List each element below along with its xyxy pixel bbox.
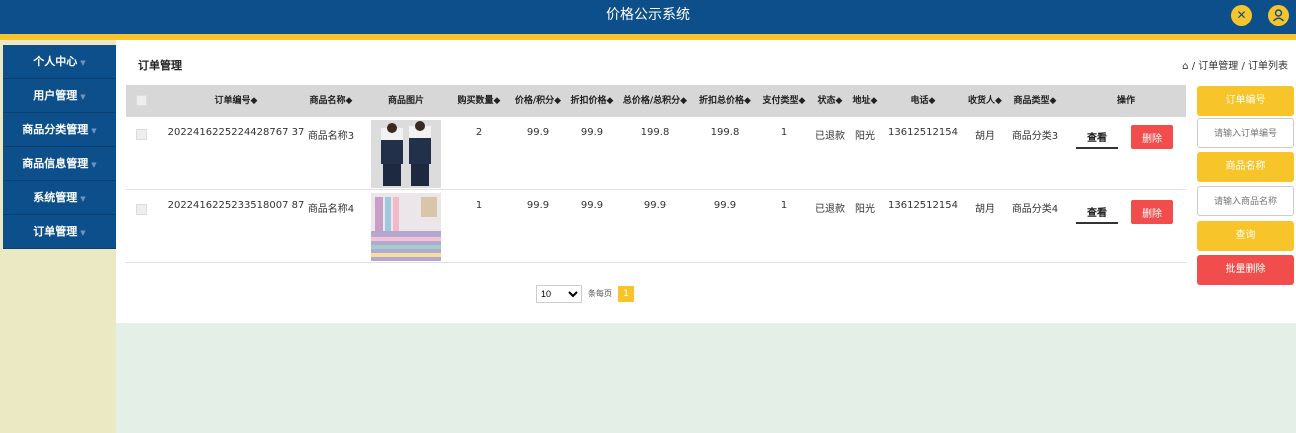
- col-receiver[interactable]: 收货人◆: [965, 85, 1005, 117]
- view-button[interactable]: 查看: [1076, 200, 1118, 224]
- pay-type: 1: [780, 127, 788, 138]
- sidebar: 个人中心 ▼ 用户管理 ▼ 商品分类管理 ▼ 商品信息管理 ▼ 系统管理 ▼ 订单管理 ▼: [0, 40, 116, 433]
- col-actions: 操作: [1116, 96, 1135, 106]
- sidebar-item-system[interactable]: 系统管理 ▼: [3, 181, 116, 215]
- chevron-icon: ▼: [80, 195, 86, 203]
- breadcrumb-path[interactable]: 订单管理 / 订单列表: [1198, 61, 1288, 72]
- table-row: 2022416225224428767 37 商品名称3 2 99.9 99.9…: [126, 117, 1186, 190]
- sidebar-item-label: 商品分类管理: [22, 123, 89, 136]
- sidebar-item-users[interactable]: 用户管理 ▼: [3, 79, 116, 113]
- chevron-icon: ▼: [80, 59, 86, 67]
- phone: 13612512154: [888, 200, 958, 211]
- address: 阳光: [855, 131, 875, 142]
- row-checkbox[interactable]: [136, 204, 147, 215]
- col-pay-type[interactable]: 支付类型◆: [757, 85, 811, 117]
- page-title: 订单管理: [138, 59, 182, 72]
- batch-delete-button[interactable]: 批量删除: [1197, 255, 1294, 285]
- phone: 13612512154: [888, 127, 958, 138]
- sidebar-item-personal-center[interactable]: 个人中心 ▼: [3, 45, 116, 79]
- total: 199.8: [640, 127, 670, 138]
- col-address[interactable]: 地址◆: [849, 85, 881, 117]
- col-status[interactable]: 状态◆: [811, 85, 849, 117]
- page-size-select[interactable]: 10: [536, 285, 582, 303]
- product-image: [371, 193, 441, 261]
- col-quantity[interactable]: 购买数量◆: [449, 85, 509, 117]
- price: 99.9: [526, 127, 550, 138]
- col-category[interactable]: 商品类型◆: [1005, 85, 1065, 117]
- col-discount-total[interactable]: 折扣总价格◆: [693, 85, 757, 117]
- view-button[interactable]: 查看: [1076, 125, 1118, 149]
- row-checkbox[interactable]: [136, 129, 147, 140]
- order-no: 2022416225224428767 37: [167, 127, 305, 138]
- sidebar-item-categories[interactable]: 商品分类管理 ▼: [3, 113, 116, 147]
- chevron-icon: ▼: [91, 127, 97, 135]
- quantity: 2: [475, 127, 483, 138]
- product-name-input[interactable]: [1197, 186, 1294, 216]
- discount-price: 99.9: [580, 127, 604, 138]
- delete-button[interactable]: 删除: [1131, 200, 1173, 224]
- top-bar: 价格公示系统 ✕: [0, 0, 1296, 34]
- address: 阳光: [855, 204, 875, 215]
- pay-type: 1: [780, 200, 788, 211]
- product-name: 商品名称3: [307, 131, 355, 142]
- sidebar-item-products[interactable]: 商品信息管理 ▼: [3, 147, 116, 181]
- sidebar-item-label: 系统管理: [33, 191, 78, 204]
- discount-total: 199.8: [710, 127, 740, 138]
- order-no-input[interactable]: [1197, 118, 1294, 148]
- delete-button[interactable]: 删除: [1131, 125, 1173, 149]
- sidebar-item-label: 订单管理: [33, 225, 78, 238]
- discount-total: 99.9: [713, 200, 737, 211]
- user-icon[interactable]: [1268, 5, 1289, 26]
- col-discount-price[interactable]: 折扣价格◆: [567, 85, 617, 117]
- order-no: 2022416225233518007 87: [167, 200, 305, 211]
- shrink-icon[interactable]: ✕: [1231, 5, 1252, 26]
- receiver: 胡月: [975, 131, 995, 142]
- category: 商品分类3: [1011, 131, 1059, 142]
- sidebar-item-label: 商品信息管理: [22, 157, 89, 170]
- product-name-label-button[interactable]: 商品名称: [1197, 152, 1294, 182]
- col-price[interactable]: 价格/积分◆: [509, 85, 567, 117]
- per-page-label: 条每页: [588, 289, 612, 298]
- app-title: 价格公示系统: [606, 7, 690, 23]
- col-product-image: 商品图片: [387, 96, 424, 106]
- page-button-current[interactable]: 1: [618, 286, 634, 302]
- col-order-no[interactable]: 订单编号◆: [166, 85, 306, 117]
- table-header: 订单编号◆ 商品名称◆ 商品图片 购买数量◆ 价格/积分◆ 折扣价格◆ 总价格/…: [126, 85, 1186, 117]
- price: 99.9: [526, 200, 550, 211]
- quantity: 1: [475, 200, 483, 211]
- product-name: 商品名称4: [307, 204, 355, 215]
- query-button[interactable]: 查询: [1197, 221, 1294, 251]
- chevron-icon: ▼: [91, 161, 97, 169]
- chevron-icon: ▼: [80, 93, 86, 101]
- receiver: 胡月: [975, 204, 995, 215]
- product-image: [371, 120, 441, 188]
- table-row: 2022416225233518007 87 商品名称4 1 99.9 99.9…: [126, 190, 1186, 263]
- col-total[interactable]: 总价格/总积分◆: [617, 85, 693, 117]
- main-panel: 订单管理 ⌂ / 订单管理 / 订单列表 订单编号◆ 商品名称◆ 商品图片 购买…: [116, 40, 1296, 323]
- total: 99.9: [643, 200, 667, 211]
- sidebar-item-label: 用户管理: [33, 89, 78, 102]
- select-all-checkbox[interactable]: [136, 95, 147, 106]
- sidebar-item-orders[interactable]: 订单管理 ▼: [3, 215, 116, 249]
- order-no-label-button[interactable]: 订单编号: [1197, 86, 1294, 116]
- discount-price: 99.9: [580, 200, 604, 211]
- col-phone[interactable]: 电话◆: [881, 85, 965, 117]
- chevron-icon: ▼: [80, 229, 86, 237]
- status: 已退款: [815, 204, 845, 215]
- status: 已退款: [815, 131, 845, 142]
- sidebar-item-label: 个人中心: [33, 55, 78, 68]
- home-icon[interactable]: ⌂: [1182, 61, 1188, 72]
- breadcrumb: ⌂ / 订单管理 / 订单列表: [1182, 61, 1288, 72]
- col-product-name[interactable]: 商品名称◆: [306, 85, 356, 117]
- category: 商品分类4: [1011, 204, 1059, 215]
